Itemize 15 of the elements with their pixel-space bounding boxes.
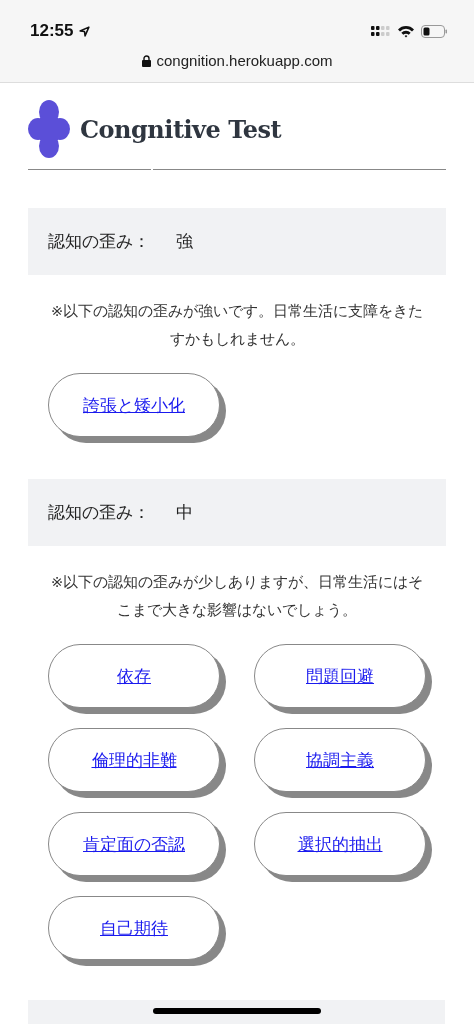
- level-text: 強: [176, 230, 193, 253]
- heading-label: 認知の歪み：: [48, 230, 150, 253]
- site-title: Congnitive Test: [80, 114, 282, 144]
- level-text: 中: [176, 501, 193, 524]
- location-arrow-icon: [79, 25, 91, 37]
- url-text[interactable]: congnition.herokuapp.com: [156, 52, 333, 69]
- description-text: ※以下の認知の歪みが少しありますが、日常生活にはそこまで大きな影響はないでしょう。: [49, 573, 425, 620]
- description-text: ※以下の認知の歪みが強いです。日常生活に支障をきたすかもしれません。: [49, 302, 425, 349]
- heading-label: 認知の歪み：: [48, 501, 150, 524]
- signal-icon: [371, 25, 391, 37]
- battery-icon: [421, 24, 448, 38]
- flower-logo-icon: [28, 100, 70, 158]
- status-time: 12:55: [30, 21, 74, 41]
- lock-icon: [141, 54, 151, 67]
- wifi-icon: [397, 24, 415, 38]
